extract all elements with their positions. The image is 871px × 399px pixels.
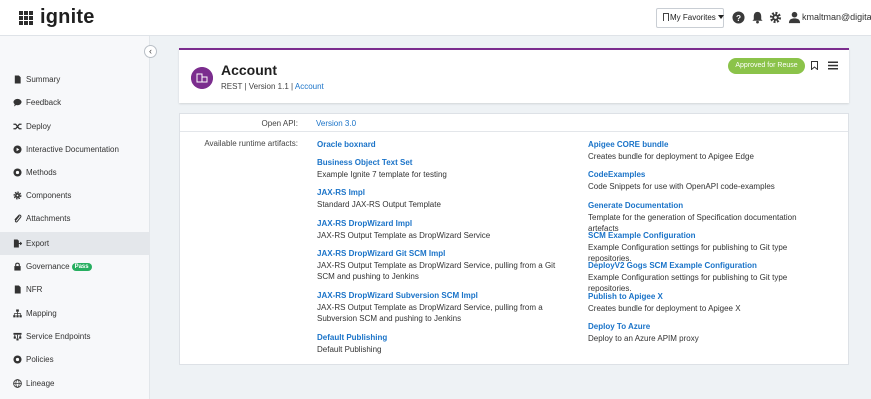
artifact-item: JAX-RS Impl Standard JAX-RS Output Templ… — [317, 187, 567, 210]
bookmark-icon — [663, 13, 669, 21]
sidebar-item-mapping[interactable]: Mapping — [0, 302, 150, 325]
openapi-row: Open API: Version 3.0 — [180, 114, 848, 132]
artifact-item: JAX-RS DropWizard Git SCM Impl JAX-RS Ou… — [317, 248, 567, 282]
sidebar-item-interactive-documentation[interactable]: Interactive Documentation — [0, 138, 150, 161]
api-subtitle: REST | Version 1.1 | Account — [221, 82, 324, 91]
artifact-description: JAX-RS Output Template as DropWizard Ser… — [317, 261, 556, 281]
dot-circle-icon — [13, 355, 22, 364]
artifact-item: Business Object Text Set Example Ignite … — [317, 157, 567, 180]
sidebar-item-export[interactable]: Export — [0, 232, 150, 255]
hierarchy-icon — [13, 309, 22, 318]
caret-down-icon — [717, 15, 724, 19]
artifact-link[interactable]: Oracle boxnard — [317, 139, 567, 150]
top-bar: ignite My Favorites ? kmaltman@digita... — [0, 0, 871, 36]
artifact-description: Default Publishing — [317, 345, 382, 354]
chat-icon — [13, 98, 22, 107]
artifact-item: Deploy To Azure Deploy to an Azure APIM … — [588, 321, 828, 344]
favorites-label: My Favorites — [670, 13, 716, 22]
artifact-description: Deploy to an Azure APIM proxy — [588, 334, 699, 343]
bell-icon[interactable] — [751, 11, 764, 24]
sidebar-item-service-endpoints[interactable]: Service Endpoints — [0, 325, 150, 348]
username[interactable]: kmaltman@digita... — [802, 12, 871, 22]
artifact-link[interactable]: Business Object Text Set — [317, 157, 567, 168]
artifact-description: JAX-RS Output Template as DropWizard Ser… — [317, 303, 543, 323]
shuffle-icon — [13, 123, 22, 130]
artifact-item: DeployV2 Gogs SCM Example Configuration … — [588, 260, 828, 294]
artifact-item: Generate Documentation Template for the … — [588, 200, 828, 234]
artifact-item: Default Publishing Default Publishing — [317, 332, 567, 355]
status-badge[interactable]: Approved for Reuse — [728, 58, 805, 74]
api-header-card: Account REST | Version 1.1 | Account App… — [179, 48, 849, 103]
openapi-label: Open API: — [261, 119, 298, 128]
sidebar-item-governance[interactable]: Governance Pass — [0, 255, 150, 278]
globe-icon — [13, 379, 22, 388]
sidebar-item-methods[interactable]: Methods — [0, 161, 150, 184]
artifact-link[interactable]: CodeExamples — [588, 169, 828, 180]
artifact-item: Oracle boxnard — [317, 139, 567, 150]
gear-icon[interactable] — [769, 11, 782, 24]
brand-logo[interactable]: ignite — [40, 6, 95, 29]
artifact-link[interactable]: Publish to Apigee X — [588, 291, 828, 302]
gear-icon — [13, 191, 22, 200]
artifact-description: Example Ignite 7 template for testing — [317, 170, 447, 179]
artifact-link[interactable]: JAX-RS Impl — [317, 187, 567, 198]
sidebar-item-attachments[interactable]: Attachments — [0, 207, 150, 230]
api-type: REST — [221, 82, 243, 91]
api-link[interactable]: Account — [295, 82, 324, 91]
artifact-link[interactable]: JAX-RS DropWizard Subversion SCM Impl — [317, 290, 567, 301]
app-grid-icon[interactable] — [19, 11, 33, 25]
network-icon — [13, 332, 22, 341]
artifact-description: Creates bundle for deployment to Apigee … — [588, 304, 741, 313]
sidebar-item-policies[interactable]: Policies — [0, 348, 150, 371]
artifact-description: JAX-RS Output Template as DropWizard Ser… — [317, 231, 491, 240]
artifact-description: Creates bundle for deployment to Apigee … — [588, 152, 754, 161]
play-circle-icon — [13, 145, 22, 154]
artifact-description: Standard JAX-RS Output Template — [317, 200, 441, 209]
sidebar-item-summary[interactable]: Summary — [0, 68, 150, 91]
artifacts-label: Available runtime artifacts: — [204, 139, 298, 148]
sidebar: Summary Feedback Deploy Interactive Docu… — [0, 36, 150, 399]
artifact-item: SCM Example Configuration Example Config… — [588, 230, 828, 264]
api-title: Account — [221, 62, 277, 78]
artifact-item: CodeExamples Code Snippets for use with … — [588, 169, 828, 192]
svg-text:?: ? — [736, 13, 741, 23]
menu-icon[interactable] — [828, 61, 838, 70]
export-icon — [13, 239, 22, 248]
favorites-dropdown[interactable]: My Favorites — [656, 8, 724, 28]
artifact-item: JAX-RS DropWizard Impl JAX-RS Output Tem… — [317, 218, 567, 241]
artifact-link[interactable]: Default Publishing — [317, 332, 567, 343]
lock-icon — [14, 262, 21, 271]
artifact-link[interactable]: Generate Documentation — [588, 200, 828, 211]
artifact-link[interactable]: Deploy To Azure — [588, 321, 828, 332]
artifact-description: Code Snippets for use with OpenAPI code-… — [588, 182, 775, 191]
sidebar-item-deploy[interactable]: Deploy — [0, 115, 150, 138]
collapse-sidebar-button[interactable]: ‹ — [144, 45, 157, 58]
artifact-link[interactable]: JAX-RS DropWizard Impl — [317, 218, 567, 229]
sidebar-item-label: Governance — [26, 262, 70, 271]
sidebar-item-components[interactable]: Components — [0, 184, 150, 207]
paperclip-icon — [14, 214, 22, 223]
artifact-link[interactable]: JAX-RS DropWizard Git SCM Impl — [317, 248, 567, 259]
artifact-link[interactable]: Apigee CORE bundle — [588, 139, 828, 150]
dot-circle-icon — [13, 168, 22, 177]
artifact-link[interactable]: DeployV2 Gogs SCM Example Configuration — [588, 260, 828, 271]
artifact-link[interactable]: SCM Example Configuration — [588, 230, 828, 241]
sidebar-item-lineage[interactable]: Lineage — [0, 372, 150, 395]
api-details-card: Open API: Version 3.0 Available runtime … — [179, 113, 849, 365]
document-icon — [14, 75, 21, 84]
pass-badge: Pass — [71, 263, 92, 271]
artifact-item: JAX-RS DropWizard Subversion SCM Impl JA… — [317, 290, 567, 324]
api-icon — [191, 67, 213, 89]
openapi-version-link[interactable]: Version 3.0 — [316, 119, 356, 128]
sidebar-item-feedback[interactable]: Feedback — [0, 91, 150, 114]
user-icon[interactable] — [788, 11, 801, 24]
api-version: Version 1.1 — [248, 82, 289, 91]
artifact-item: Publish to Apigee X Creates bundle for d… — [588, 291, 828, 314]
document-icon — [14, 285, 21, 294]
bookmark-icon[interactable] — [811, 61, 818, 70]
artifact-item: Apigee CORE bundle Creates bundle for de… — [588, 139, 828, 162]
help-icon[interactable]: ? — [732, 11, 745, 24]
sidebar-item-nfr[interactable]: NFR — [0, 278, 150, 301]
